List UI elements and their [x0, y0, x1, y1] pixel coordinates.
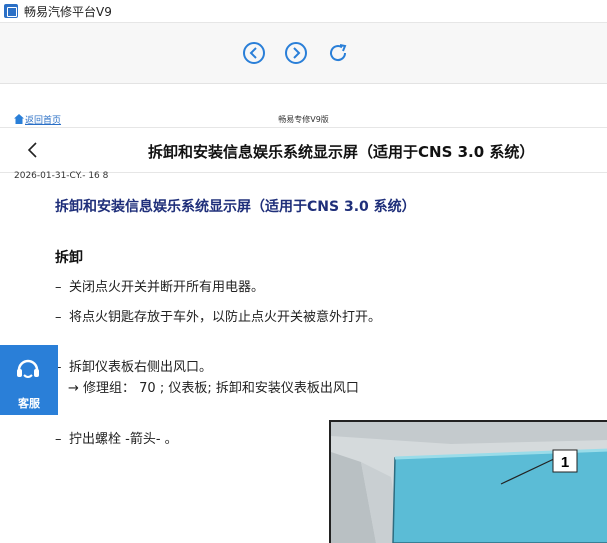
document-date: 2026-01-31-CY.- 16 8: [14, 171, 109, 181]
step-text: 将点火钥匙存放于车外，以防止点火开关被意外打开。: [69, 310, 382, 325]
document-title: 拆卸和安装信息娱乐系统显示屏（适用于CNS 3.0 系统）: [148, 143, 535, 161]
callout-number: 1: [561, 454, 569, 471]
document-header: 拆卸和安装信息娱乐系统显示屏（适用于CNS 3.0 系统）: [0, 127, 607, 173]
step-item: – 将点火钥匙存放于车外，以防止点火开关被意外打开。: [55, 308, 405, 328]
back-arrow-icon[interactable]: [26, 142, 40, 158]
step-text: 关闭点火开关并断开所有用电器。: [69, 280, 265, 295]
step-dash: –: [55, 432, 62, 447]
section-heading: 拆卸: [55, 250, 83, 266]
back-circle-icon[interactable]: [243, 42, 265, 64]
app-icon: [4, 4, 18, 18]
navigation-bar: [0, 23, 607, 84]
step-dash: –: [55, 310, 62, 325]
brand-label: 畅易专修V9版: [278, 115, 329, 124]
step-item: – 关闭点火开关并断开所有用电器。: [55, 278, 415, 298]
window-title: 畅易汽修平台V9: [24, 5, 112, 19]
window-titlebar: 畅易汽修平台V9: [0, 0, 607, 23]
service-label: 客服: [18, 397, 40, 410]
forward-circle-icon[interactable]: [285, 42, 307, 64]
reference-link[interactable]: → 修理组： 70 ; 仪表板; 拆卸和安装仪表板出风口: [68, 379, 413, 399]
reload-icon[interactable]: [327, 42, 349, 64]
step-dash: –: [55, 280, 62, 295]
customer-service-button[interactable]: 客服: [0, 345, 58, 415]
step-item: – 拆卸仪表板右侧出风口。: [55, 358, 415, 378]
headset-icon: [14, 355, 42, 383]
step-text: 拆卸仪表板右侧出风口。: [69, 360, 213, 375]
repair-illustration: 1: [329, 420, 607, 543]
content-heading: 拆卸和安装信息娱乐系统显示屏（适用于CNS 3.0 系统）: [55, 199, 416, 215]
